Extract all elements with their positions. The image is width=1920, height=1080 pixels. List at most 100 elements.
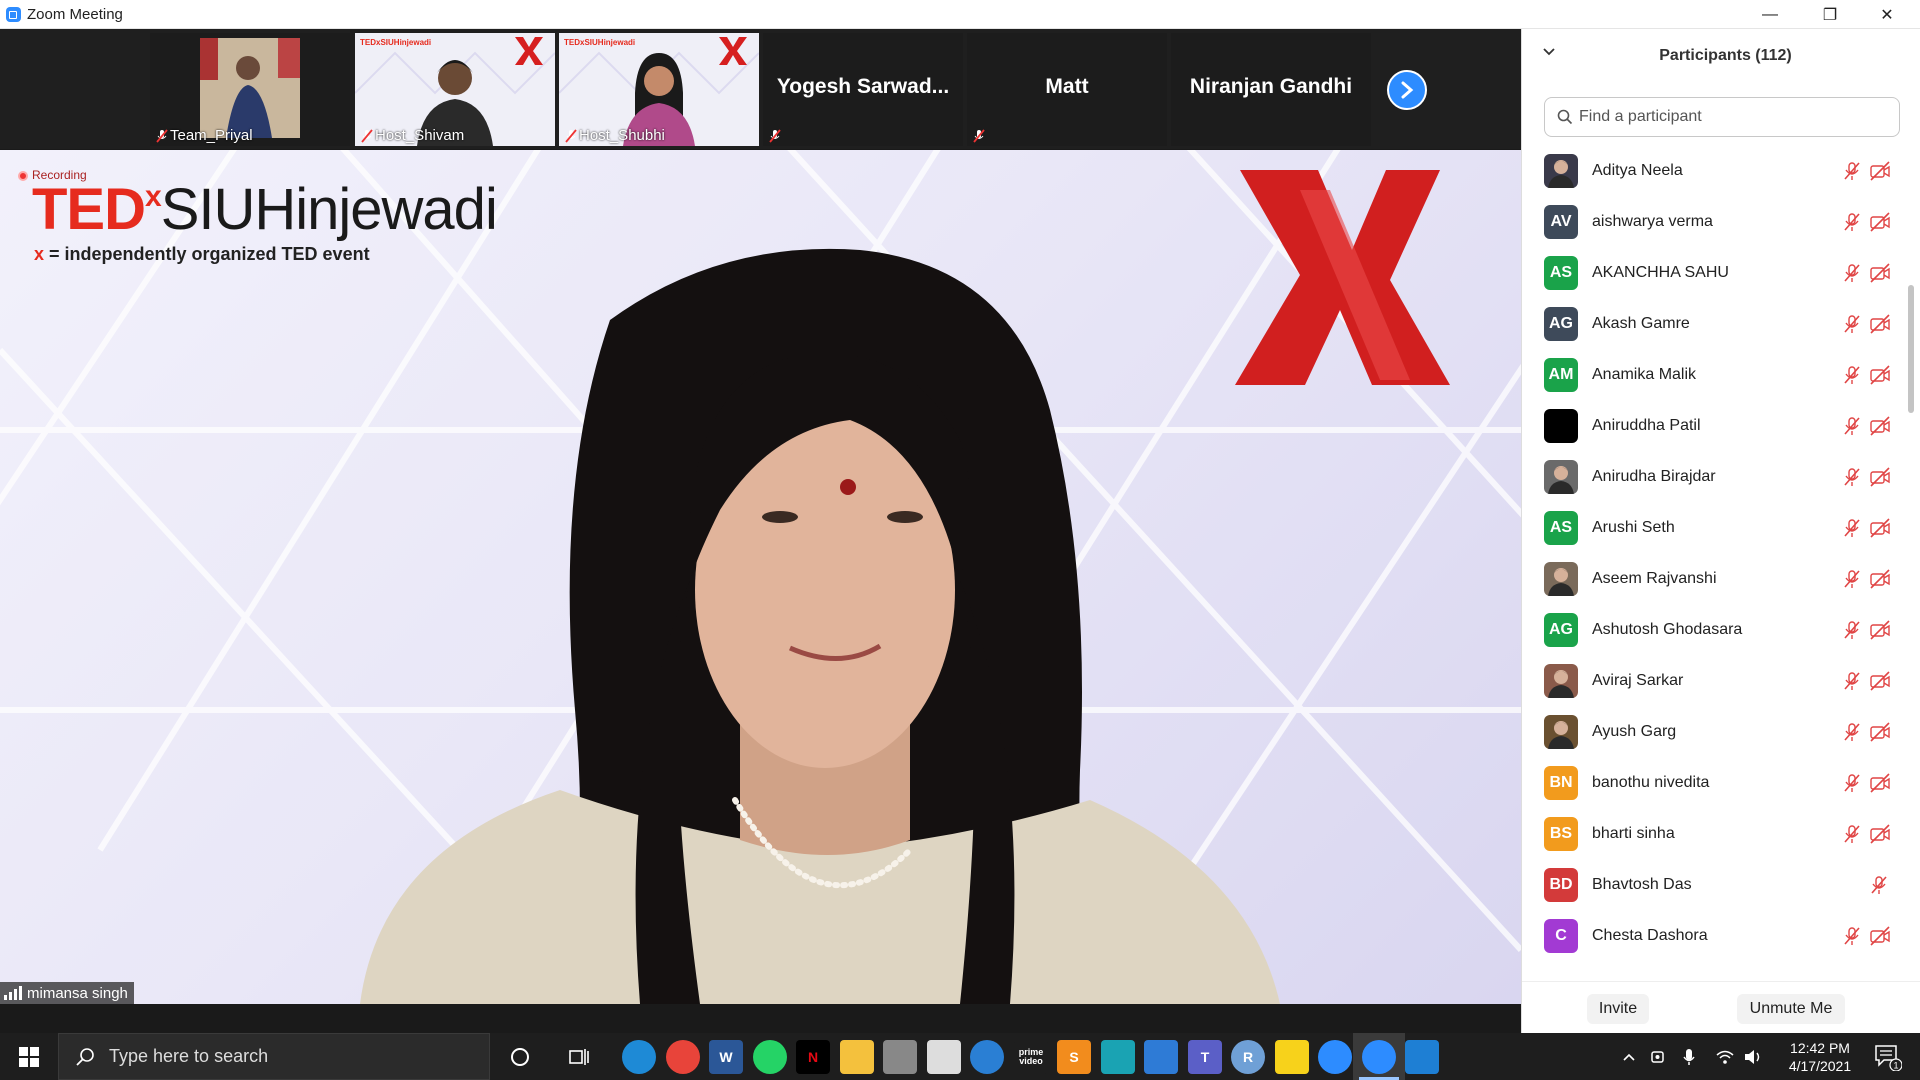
taskbar-edge-icon[interactable]: [622, 1040, 656, 1074]
mic-muted-icon[interactable]: [1842, 518, 1862, 538]
mic-muted-icon[interactable]: [1842, 365, 1862, 385]
video-off-icon[interactable]: [1869, 569, 1891, 589]
video-off-icon[interactable]: [1869, 263, 1891, 283]
video-off-icon[interactable]: [1869, 161, 1891, 181]
video-off-icon[interactable]: [1869, 518, 1891, 538]
mic-muted-icon[interactable]: [1842, 467, 1862, 487]
taskbar-chrome-icon[interactable]: [666, 1040, 700, 1074]
taskbar-outlook-icon[interactable]: [1144, 1040, 1178, 1074]
taskbar-zoom-meeting-icon[interactable]: [1362, 1040, 1396, 1074]
participant-row[interactable]: AG Akash Gamre: [1522, 299, 1902, 350]
wifi-tray-button[interactable]: [1712, 1033, 1738, 1080]
taskbar-teams-icon[interactable]: T: [1188, 1040, 1222, 1074]
camera-tray-button[interactable]: [1646, 1033, 1672, 1080]
participant-row[interactable]: AS Arushi Seth: [1522, 503, 1902, 554]
participant-row[interactable]: AS AKANCHHA SAHU: [1522, 248, 1902, 299]
video-off-icon[interactable]: [1869, 467, 1891, 487]
participant-row[interactable]: AG Ashutosh Ghodasara: [1522, 605, 1902, 656]
start-button[interactable]: [0, 1033, 58, 1080]
thumbnail-yogesh[interactable]: Yogesh Sarwad...: [763, 33, 963, 146]
thumbnail-host-shubhi[interactable]: TEDxSIUHinjewadi Host_Shubhi: [559, 33, 759, 146]
mic-muted-icon[interactable]: [1842, 722, 1862, 742]
video-off-icon[interactable]: [1869, 314, 1891, 334]
participant-name: Aniruddha Patil: [1592, 417, 1701, 434]
participant-search-input[interactable]: [1579, 108, 1879, 126]
task-view-button[interactable]: [555, 1033, 603, 1080]
taskbar-store-icon[interactable]: [927, 1040, 961, 1074]
taskbar-instagram-icon[interactable]: [1101, 1040, 1135, 1074]
volume-tray-button[interactable]: [1740, 1033, 1766, 1080]
taskbar-sticky-notes-icon[interactable]: [1275, 1040, 1309, 1074]
notification-center-button[interactable]: 1: [1872, 1041, 1903, 1072]
participant-row[interactable]: BN banothu nivedita: [1522, 758, 1902, 809]
mic-muted-icon[interactable]: [1842, 212, 1862, 232]
mic-muted-icon[interactable]: [1869, 875, 1889, 895]
mic-muted-icon[interactable]: [1842, 620, 1862, 640]
video-off-icon[interactable]: [1869, 416, 1891, 436]
microphone-tray-button[interactable]: [1676, 1033, 1702, 1080]
unmute-me-button[interactable]: Unmute Me: [1737, 994, 1845, 1024]
participant-row[interactable]: Aviraj Sarkar: [1522, 656, 1902, 707]
taskbar-clock[interactable]: 12:42 PM 4/17/2021: [1770, 1039, 1870, 1075]
participant-row[interactable]: Aniruddha Patil: [1522, 401, 1902, 452]
taskbar-prime-video-icon[interactable]: prime video: [1014, 1040, 1048, 1074]
video-off-icon[interactable]: [1869, 620, 1891, 640]
mic-muted-icon[interactable]: [1842, 773, 1862, 793]
video-off-icon[interactable]: [1869, 926, 1891, 946]
participant-row[interactable]: BD Bhavtosh Das: [1522, 860, 1902, 911]
maximize-button[interactable]: ❐: [1807, 0, 1853, 29]
participant-row[interactable]: Anirudha Birajdar: [1522, 452, 1902, 503]
taskbar-browser-icon[interactable]: [970, 1040, 1004, 1074]
participant-row[interactable]: C Chesta Dashora: [1522, 911, 1902, 962]
close-button[interactable]: ✕: [1864, 0, 1910, 29]
speaker-name-tag: mimansa singh: [0, 982, 134, 1004]
taskbar-media-player-icon[interactable]: [1405, 1040, 1439, 1074]
taskbar-word-icon[interactable]: W: [709, 1040, 743, 1074]
taskbar-netflix-icon[interactable]: N: [796, 1040, 830, 1074]
video-off-icon[interactable]: [1869, 722, 1891, 742]
video-off-icon[interactable]: [1869, 824, 1891, 844]
thumbnail-host-shivam[interactable]: TEDxSIUHinjewadi Host_Shivam: [355, 33, 555, 146]
video-off-icon[interactable]: [1869, 671, 1891, 691]
thumbnail-team-priyal[interactable]: Team_Priyal: [150, 33, 350, 146]
mic-muted-icon[interactable]: [1842, 161, 1862, 181]
participant-row[interactable]: AV aishwarya verma: [1522, 197, 1902, 248]
taskbar-file-explorer-icon[interactable]: [840, 1040, 874, 1074]
taskbar-whatsapp-icon[interactable]: [753, 1040, 787, 1074]
cortana-icon: [511, 1047, 529, 1066]
taskbar-zoom-icon[interactable]: [1318, 1040, 1352, 1074]
participant-search[interactable]: [1544, 97, 1900, 137]
mic-muted-icon[interactable]: [1842, 263, 1862, 283]
next-page-button[interactable]: [1387, 70, 1427, 110]
taskbar-r-studio-icon[interactable]: R: [1231, 1040, 1265, 1074]
participant-list-scrollbar[interactable]: [1908, 285, 1914, 413]
show-hidden-icons-button[interactable]: [1616, 1033, 1642, 1080]
mic-muted-icon[interactable]: [1842, 416, 1862, 436]
participant-row[interactable]: BS bharti sinha: [1522, 809, 1902, 860]
taskbar-onedrive-icon[interactable]: [883, 1040, 917, 1074]
active-speaker-video[interactable]: Recording TEDxSIUHinjewadi x = independe…: [0, 150, 1521, 1004]
taskbar-search-box[interactable]: Type here to search: [58, 1033, 490, 1080]
participant-row[interactable]: Ayush Garg: [1522, 707, 1902, 758]
mic-muted-icon[interactable]: [1842, 824, 1862, 844]
thumbnail-niranjan-gandhi[interactable]: Niranjan Gandhi: [1171, 33, 1371, 146]
thumbnail-matt[interactable]: Matt: [967, 33, 1167, 146]
participant-row[interactable]: Aditya Neela: [1522, 146, 1902, 197]
windows-taskbar: Type here to search W Nprime video S T R 12:…: [0, 1033, 1920, 1080]
participant-row[interactable]: AM Anamika Malik: [1522, 350, 1902, 401]
invite-button[interactable]: Invite: [1587, 994, 1649, 1024]
taskbar-search-placeholder: Type here to search: [109, 1046, 269, 1066]
participant-photo: [1544, 460, 1578, 494]
mic-muted-icon[interactable]: [1842, 926, 1862, 946]
video-off-icon[interactable]: [1869, 365, 1891, 385]
cortana-button[interactable]: [496, 1033, 544, 1080]
participant-row[interactable]: Aseem Rajvanshi: [1522, 554, 1902, 605]
mic-muted-icon[interactable]: [1842, 569, 1862, 589]
mic-muted-icon[interactable]: [1842, 314, 1862, 334]
mic-muted-icon[interactable]: [1842, 671, 1862, 691]
minimize-button[interactable]: —: [1747, 0, 1793, 29]
video-off-icon[interactable]: [1869, 773, 1891, 793]
video-off-icon[interactable]: [1869, 212, 1891, 232]
taskbar-sublime-icon[interactable]: S: [1057, 1040, 1091, 1074]
microphone-icon: [1683, 1048, 1695, 1065]
